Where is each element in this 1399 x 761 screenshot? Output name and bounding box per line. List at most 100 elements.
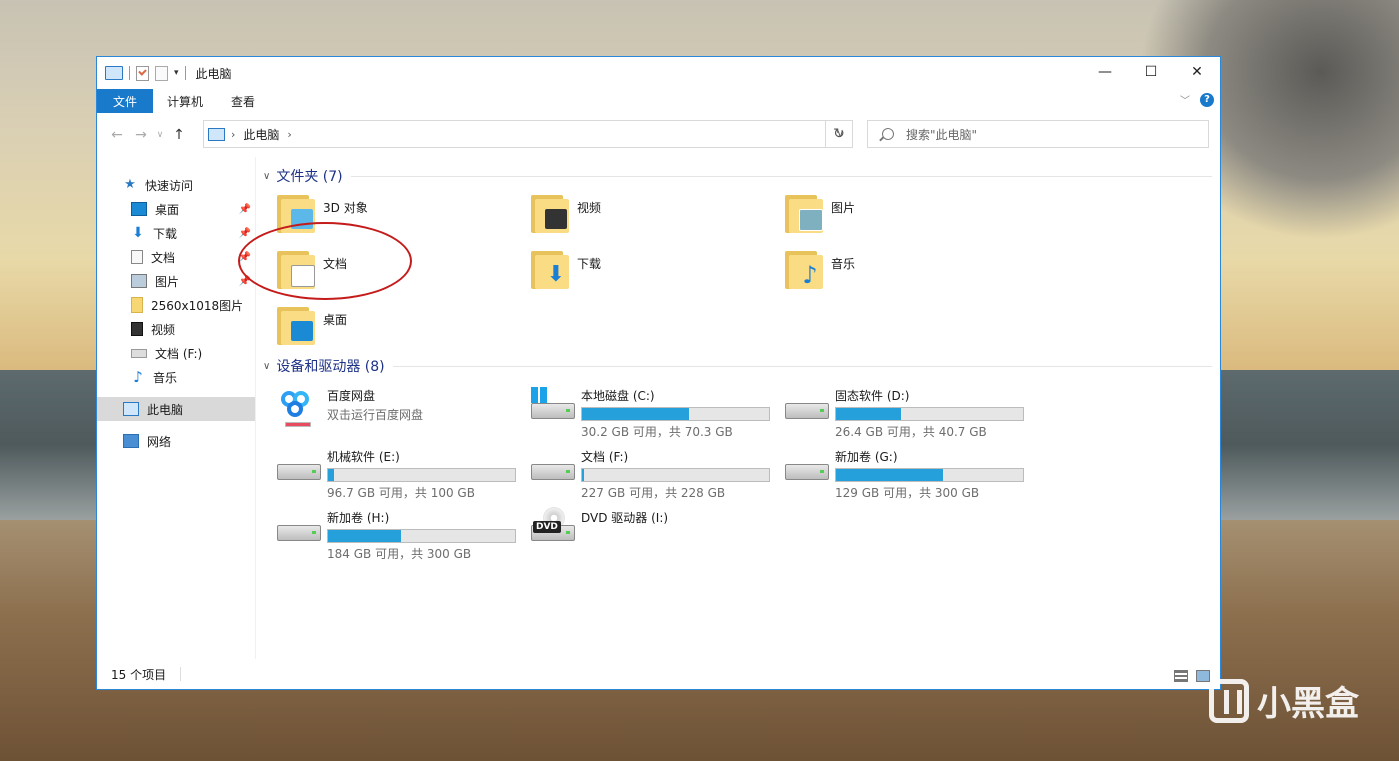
download-icon: ⬇ — [132, 225, 144, 241]
drives-grid: 百度网盘 双击运行百度网盘 本地磁盘 (C:) 30.2 GB 可用，共 70.… — [275, 385, 1212, 561]
drive-e[interactable]: 机械软件 (E:) 96.7 GB 可用，共 100 GB — [275, 446, 529, 500]
drive-baidu-netdisk[interactable]: 百度网盘 双击运行百度网盘 — [275, 385, 529, 436]
folder-desktop[interactable]: 桌面 — [277, 305, 531, 349]
sidebar-item-desktop[interactable]: 桌面 📌 — [97, 197, 255, 221]
ribbon: 文件 计算机 查看 ﹀ ? — [97, 89, 1220, 113]
collapse-chevron-icon[interactable]: ∨ — [263, 171, 270, 182]
breadcrumb-this-pc[interactable]: 此电脑 — [243, 126, 279, 143]
forward-button[interactable]: → — [129, 127, 153, 143]
downloads-folder-icon: ⬇ — [531, 249, 569, 289]
videos-folder-icon — [531, 193, 569, 233]
sidebar-item-documents[interactable]: 文档 📌 — [97, 245, 255, 269]
sidebar-item-this-pc[interactable]: 此电脑 — [97, 397, 255, 421]
drive-space: 96.7 GB 可用，共 100 GB — [327, 486, 475, 500]
sidebar-item-downloads[interactable]: ⬇ 下载 📌 — [97, 221, 255, 245]
tab-computer[interactable]: 计算机 — [153, 89, 217, 113]
folder-name: 图片 — [831, 201, 856, 215]
computer-icon — [123, 402, 139, 416]
expand-ribbon-chevron-icon[interactable]: ﹀ — [1180, 92, 1190, 107]
item-count: 15 个项目 — [111, 667, 167, 682]
close-button[interactable]: ✕ — [1174, 57, 1220, 87]
group-divider — [392, 365, 1212, 367]
drive-usage-fill — [836, 408, 902, 420]
breadcrumb-separator-icon[interactable]: › — [287, 128, 291, 141]
minimize-button[interactable]: — — [1082, 57, 1128, 87]
collapse-chevron-icon[interactable]: ∨ — [263, 361, 270, 372]
drive-name: 百度网盘 — [327, 389, 376, 403]
help-icon[interactable]: ? — [1200, 92, 1214, 107]
navigation-pane: ★ 快速访问 桌面 📌 ⬇ 下载 📌 文档 📌 图片 📌 2560x1018图片 — [97, 157, 255, 659]
group-header-devices[interactable]: ∨ 设备和驱动器 (8) — [263, 355, 1212, 377]
refresh-button[interactable]: ↻ — [825, 120, 853, 148]
music-icon: ♪ — [133, 368, 143, 386]
system-drive-icon — [529, 385, 575, 425]
sidebar-item-quick-access[interactable]: ★ 快速访问 — [97, 173, 255, 197]
sidebar-item-label: 桌面 — [155, 202, 180, 217]
drive-icon — [131, 348, 147, 358]
pane-divider[interactable] — [255, 157, 256, 659]
drive-g[interactable]: 新加卷 (G:) 129 GB 可用，共 300 GB — [783, 446, 1037, 500]
drive-usage-fill — [582, 408, 689, 420]
drive-d[interactable]: 固态软件 (D:) 26.4 GB 可用，共 40.7 GB — [783, 385, 1037, 439]
drive-usage-fill — [328, 530, 401, 542]
drive-h[interactable]: 新加卷 (H:) 184 GB 可用，共 300 GB — [275, 507, 529, 561]
drive-subtitle: 双击运行百度网盘 — [327, 408, 424, 422]
back-button[interactable]: ← — [105, 127, 129, 143]
dvd-drive-icon: DVD — [529, 507, 575, 547]
hard-drive-icon — [275, 507, 321, 547]
sidebar-item-2560x1018-pictures[interactable]: 2560x1018图片 — [97, 293, 255, 317]
sidebar-item-music[interactable]: ♪ 音乐 — [97, 365, 255, 389]
group-header-folders[interactable]: ∨ 文件夹 (7) — [263, 165, 1212, 187]
tab-file[interactable]: 文件 — [97, 89, 153, 113]
desktop-icon — [131, 202, 147, 216]
maximize-button[interactable]: ☐ — [1128, 57, 1174, 87]
desktop-folder-icon — [277, 305, 315, 345]
drive-usage-bar — [327, 468, 516, 482]
drive-space: 129 GB 可用，共 300 GB — [835, 486, 980, 500]
sidebar-item-drive-f[interactable]: 文档 (F:) — [97, 341, 255, 365]
folder-name: 下载 — [577, 257, 602, 271]
hard-drive-icon — [783, 446, 829, 486]
address-bar[interactable]: › 此电脑 › ∨ — [203, 120, 853, 148]
network-icon — [123, 434, 139, 448]
sidebar-item-label: 视频 — [151, 322, 176, 337]
search-input[interactable]: 搜索"此电脑" — [906, 126, 977, 143]
folder-downloads[interactable]: ⬇ 下载 — [531, 249, 785, 293]
sidebar-item-label: 网络 — [147, 434, 172, 449]
quick-access-toolbar: ▾ — [105, 65, 186, 81]
drive-usage-bar — [327, 529, 516, 543]
sidebar-item-network[interactable]: 网络 — [97, 429, 255, 453]
drive-usage-bar — [835, 468, 1024, 482]
folder-music[interactable]: ♪ 音乐 — [785, 249, 1039, 293]
properties-icon[interactable] — [136, 65, 149, 81]
tab-view[interactable]: 查看 — [217, 89, 269, 113]
details-view-icon[interactable] — [1174, 670, 1188, 682]
drive-usage-bar — [581, 468, 770, 482]
window-title: 此电脑 — [195, 66, 232, 81]
pin-icon[interactable]: 📌 — [239, 228, 251, 239]
drive-c[interactable]: 本地磁盘 (C:) 30.2 GB 可用，共 70.3 GB — [529, 385, 783, 439]
folder-pictures[interactable]: 图片 — [785, 193, 1039, 237]
up-button[interactable]: ↑ — [167, 127, 191, 143]
drive-f[interactable]: 文档 (F:) 227 GB 可用，共 228 GB — [529, 446, 783, 500]
large-icons-view-icon[interactable] — [1196, 670, 1210, 682]
recent-locations-chevron-icon[interactable]: ∨ — [153, 130, 167, 140]
search-box[interactable]: 搜索"此电脑" — [867, 120, 1209, 148]
pin-icon[interactable]: 📌 — [239, 204, 251, 215]
folder-videos[interactable]: 视频 — [531, 193, 785, 237]
xiaoheihe-logo-icon — [1209, 678, 1249, 723]
drive-name: 本地磁盘 (C:) — [581, 389, 655, 403]
drive-name: 新加卷 (G:) — [835, 450, 898, 464]
search-icon — [882, 128, 894, 140]
sidebar-item-videos[interactable]: 视频 — [97, 317, 255, 341]
breadcrumb-separator-icon[interactable]: › — [231, 128, 235, 141]
hard-drive-icon — [275, 446, 321, 486]
music-folder-icon: ♪ — [785, 249, 823, 289]
sidebar-item-pictures[interactable]: 图片 📌 — [97, 269, 255, 293]
watermark-text: 小黑盒 — [1257, 684, 1359, 724]
folder-name: 音乐 — [831, 257, 856, 271]
drive-dvd-i[interactable]: DVD DVD 驱动器 (I:) — [529, 507, 783, 558]
group-title: 文件夹 (7) — [276, 169, 343, 185]
customize-toolbar-chevron-icon[interactable]: ▾ — [174, 68, 179, 78]
new-folder-icon[interactable] — [155, 65, 168, 81]
